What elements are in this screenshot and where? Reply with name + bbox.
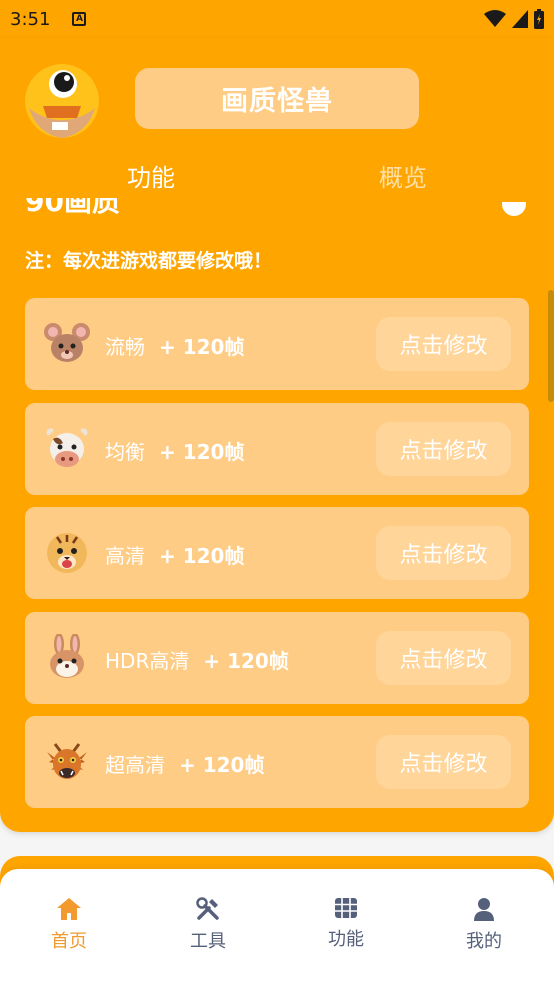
quality-name: 高清 + 120帧 [105,544,245,568]
grid-icon [335,898,357,918]
nav-features[interactable]: 功能 [296,897,396,951]
signal-icon [512,10,528,28]
nav-profile-label: 我的 [466,931,502,952]
status-icons [484,9,544,29]
fps-label: + 120帧 [179,753,265,777]
section-note: 注：每次进游戏都要修改哦！ [25,250,273,272]
main-card: 画质怪兽 功能 概览 90画质 注：每次进游戏都要修改哦！ 流畅 + 120帧 点… [0,38,554,832]
nav-tools[interactable]: 工具 [158,897,258,953]
list-item: 高清 + 120帧 点击修改 [25,507,529,599]
avatar[interactable] [25,64,99,138]
bottom-nav: 首页 工具 功能 我的 [0,869,554,984]
cow-icon [46,428,88,467]
info-icon[interactable] [502,202,526,216]
quality-name: 超高清 + 120帧 [105,753,265,777]
dragon-icon [47,743,87,779]
nav-tools-label: 工具 [190,931,226,952]
battery-icon [534,9,544,29]
rabbit-icon [50,633,84,678]
list-item: 均衡 + 120帧 点击修改 [25,402,529,495]
nav-features-label: 功能 [328,929,364,950]
quality-list: 流畅 + 120帧 点击修改 均衡 + 120帧 点击修改 高清 + 120帧 … [25,298,529,821]
modify-button[interactable]: 点击修改 [376,630,511,685]
tab-bar: 功能 概览 [0,158,554,198]
fps-label: + 120帧 [159,335,245,359]
modify-button[interactable]: 点击修改 [376,317,511,371]
section-title-cut: 90画质 [25,198,120,218]
nav-profile[interactable]: 我的 [434,897,534,953]
scrollbar[interactable] [548,290,554,402]
quality-name: 流畅 + 120帧 [105,335,245,359]
tools-icon [196,897,219,920]
fps-label: + 120帧 [203,648,289,673]
status-time: 3:51 [10,8,51,30]
user-icon [474,898,494,921]
notification-icon: A [72,12,87,26]
fps-label: + 120帧 [159,544,245,568]
wifi-icon [484,10,506,27]
modify-button[interactable]: 点击修改 [376,526,511,580]
app-title: 画质怪兽 [135,68,419,129]
list-item: 流畅 + 120帧 点击修改 [25,298,529,390]
nav-home[interactable]: 首页 [19,897,119,953]
tab-overview[interactable]: 概览 [379,158,427,193]
monster-logo-icon [25,64,99,138]
home-icon [57,898,81,920]
nav-home-label: 首页 [51,931,87,952]
status-bar: 3:51 A [0,0,554,38]
modify-button[interactable]: 点击修改 [376,421,511,476]
quality-name: HDR高清 + 120帧 [105,648,289,673]
mouse-icon [44,323,90,362]
list-item: HDR高清 + 120帧 点击修改 [25,611,529,704]
tab-features[interactable]: 功能 [127,158,175,193]
quality-name: 均衡 + 120帧 [105,439,245,464]
fps-label: + 120帧 [159,439,245,464]
modify-button[interactable]: 点击修改 [376,735,511,789]
tiger-icon [47,533,87,573]
list-item: 超高清 + 120帧 点击修改 [25,716,529,808]
